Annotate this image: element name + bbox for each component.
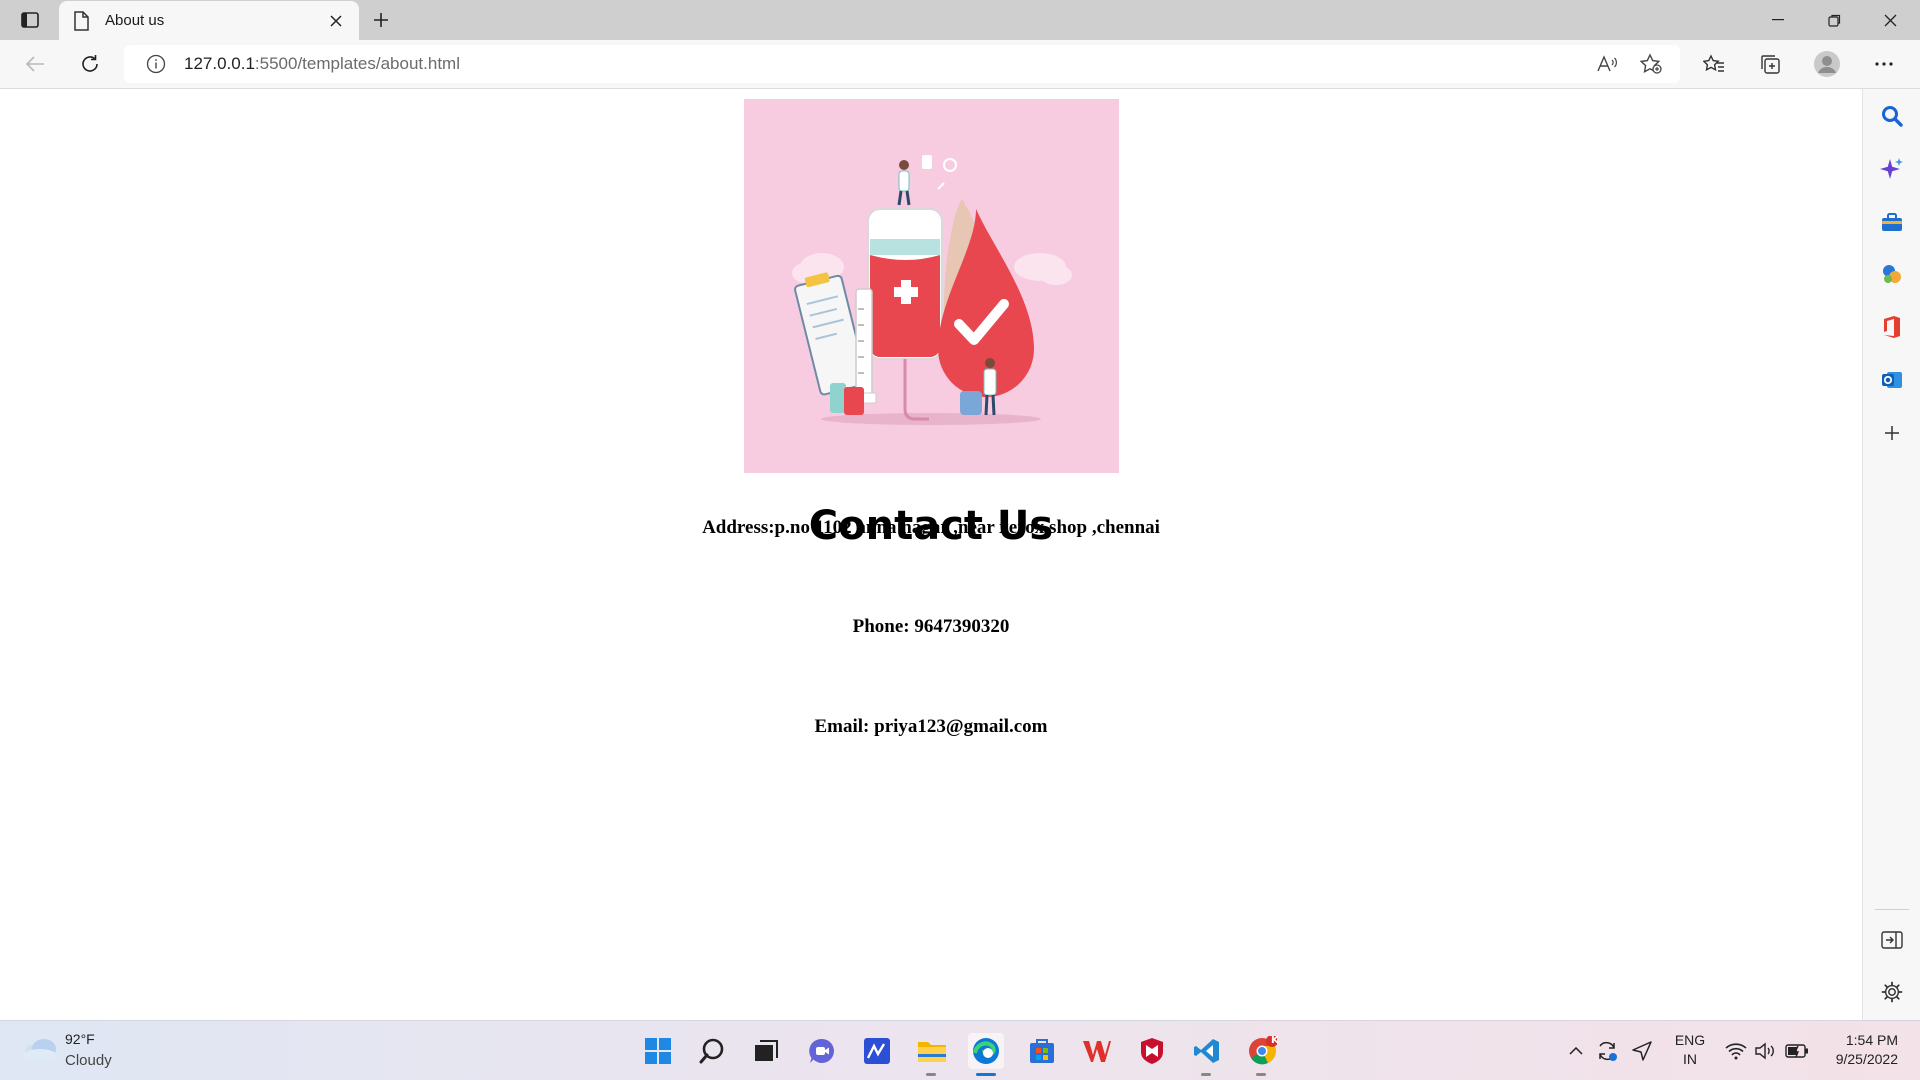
weather-condition[interactable]: Cloudy — [65, 1052, 112, 1069]
chrome-profile-badge: K — [1271, 1035, 1279, 1046]
restore-button[interactable] — [1806, 0, 1862, 40]
edge-browser-icon[interactable] — [968, 1033, 1004, 1069]
page-content: Contact Us Address:p.no 1102 anna nagar … — [0, 89, 1862, 1020]
file-explorer-icon[interactable] — [914, 1033, 950, 1069]
url-host: 127.0.0.1 — [184, 54, 255, 73]
wifi-icon[interactable] — [1724, 1033, 1748, 1069]
add-sidebar-app-icon[interactable] — [1879, 420, 1905, 446]
app-icon-blue-stroke[interactable] — [859, 1033, 895, 1069]
new-tab-button[interactable] — [366, 8, 396, 32]
close-tab-icon[interactable] — [325, 10, 347, 32]
url-path: :5500/templates/about.html — [254, 54, 460, 73]
add-favorite-icon[interactable] — [1634, 48, 1668, 80]
outlook-icon[interactable] — [1879, 367, 1905, 393]
read-aloud-icon[interactable] — [1590, 48, 1624, 80]
browser-tab[interactable]: About us — [59, 1, 359, 40]
explorer-running-indicator — [926, 1073, 936, 1076]
office-icon[interactable] — [1879, 314, 1905, 340]
address-bar[interactable]: 127.0.0.1:5500/templates/about.html — [124, 45, 1680, 83]
microsoft-store-icon[interactable] — [1024, 1033, 1060, 1069]
sidebar-divider — [1875, 909, 1909, 910]
collections-icon[interactable] — [1753, 48, 1787, 80]
weather-temperature[interactable]: 92°F — [65, 1031, 95, 1047]
language-code: ENG — [1674, 1032, 1706, 1048]
cloudy-weather-icon[interactable] — [22, 1035, 58, 1063]
favorites-icon[interactable] — [1697, 48, 1731, 80]
hide-sidebar-icon[interactable] — [1879, 927, 1905, 953]
tools-briefcase-icon[interactable] — [1879, 209, 1905, 235]
more-menu-icon[interactable] — [1867, 48, 1901, 80]
teams-chat-icon[interactable] — [804, 1033, 840, 1069]
battery-charging-icon[interactable] — [1784, 1033, 1810, 1069]
page-icon — [73, 10, 91, 31]
tab-title: About us — [105, 12, 165, 29]
navigation-bar: 127.0.0.1:5500/templates/about.html — [0, 40, 1920, 89]
clock-time: 1:54 PM — [1845, 1032, 1898, 1048]
system-clock[interactable]: 1:54 PM 9/25/2022 — [1818, 1031, 1898, 1069]
show-hidden-icons-chevron-up-icon[interactable] — [1566, 1033, 1586, 1069]
url-text: 127.0.0.1:5500/templates/about.html — [184, 54, 460, 74]
discover-sparkle-icon[interactable] — [1879, 156, 1905, 182]
tab-actions-icon[interactable] — [14, 8, 46, 32]
edge-active-indicator — [976, 1073, 996, 1076]
address-text: Address:p.no 1102 anna nagar ,near xerox… — [702, 517, 1160, 538]
email-text: Email: priya123@gmail.com — [814, 716, 1048, 737]
tab-strip: About us — [0, 0, 1920, 40]
phone-text: Phone: 9647390320 — [852, 616, 1010, 637]
search-icon[interactable] — [1879, 103, 1905, 129]
taskbar-search-icon[interactable] — [694, 1033, 730, 1069]
profile-avatar[interactable] — [1810, 48, 1844, 80]
browser-sidebar — [1862, 89, 1920, 1020]
site-info-icon[interactable] — [146, 54, 166, 74]
vscode-running-indicator — [1201, 1073, 1211, 1076]
settings-gear-icon[interactable] — [1879, 979, 1905, 1005]
sync-icon[interactable] — [1595, 1033, 1619, 1069]
start-button[interactable] — [640, 1033, 676, 1069]
refresh-button[interactable] — [73, 48, 107, 80]
back-button[interactable] — [18, 48, 52, 80]
chrome-icon[interactable]: K — [1244, 1033, 1280, 1069]
close-window-button[interactable] — [1862, 0, 1918, 40]
input-language-indicator[interactable]: ENG IN — [1672, 1031, 1708, 1069]
clock-date: 9/25/2022 — [1835, 1051, 1898, 1067]
games-icon[interactable] — [1879, 261, 1905, 287]
blood-donation-illustration — [744, 99, 1119, 473]
language-region: IN — [1683, 1051, 1697, 1067]
wps-office-icon[interactable] — [1079, 1033, 1115, 1069]
chrome-running-indicator — [1256, 1073, 1266, 1076]
location-arrow-icon[interactable] — [1630, 1033, 1654, 1069]
windows-taskbar: 92°F Cloudy K ENG IN 1:54 PM 9/25/2022 — [0, 1020, 1920, 1080]
task-view-icon[interactable] — [748, 1033, 784, 1069]
volume-icon[interactable] — [1754, 1033, 1778, 1069]
mcafee-icon[interactable] — [1134, 1033, 1170, 1069]
minimize-button[interactable] — [1750, 0, 1806, 40]
vscode-icon[interactable] — [1189, 1033, 1225, 1069]
